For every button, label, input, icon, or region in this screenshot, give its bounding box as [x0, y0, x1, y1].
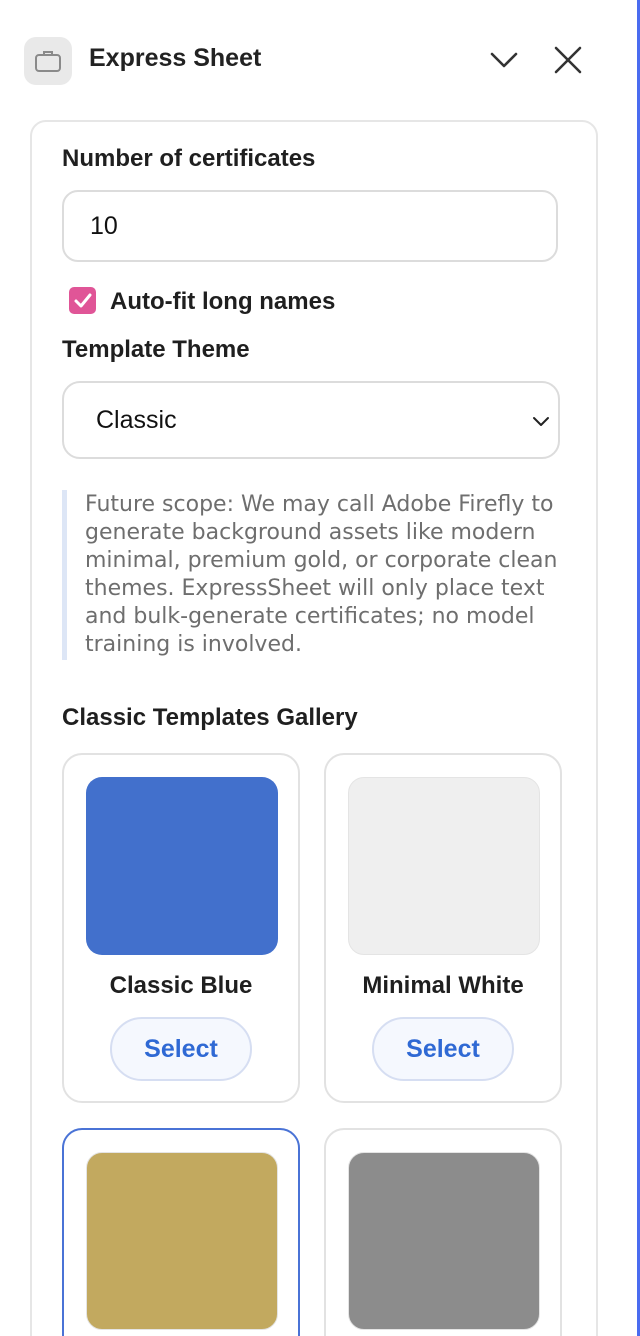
express-sheet-panel: Express Sheet Number of certificates 10 …	[0, 0, 640, 1336]
briefcase-icon	[24, 37, 72, 85]
future-scope-note: Future scope: We may call Adobe Firefly …	[62, 490, 562, 660]
template-swatch	[348, 777, 540, 955]
checkmark-icon	[74, 293, 91, 307]
autofit-checkbox[interactable]	[69, 287, 96, 314]
certificate-count-input[interactable]: 10	[62, 190, 558, 262]
template-card-gray[interactable]	[324, 1128, 562, 1336]
theme-select[interactable]: Classic	[62, 381, 560, 459]
count-label: Number of certificates	[62, 145, 316, 172]
template-swatch	[86, 1152, 278, 1330]
panel-header: Express Sheet	[0, 0, 637, 122]
app-title: Express Sheet	[89, 44, 262, 72]
close-button[interactable]	[548, 40, 588, 80]
template-card-gold[interactable]	[62, 1128, 300, 1336]
gallery-title: Classic Templates Gallery	[62, 704, 358, 731]
template-swatch	[348, 1152, 540, 1330]
template-name: Classic Blue	[109, 972, 253, 999]
template-name: Minimal White	[362, 972, 524, 999]
collapse-button[interactable]	[484, 40, 524, 80]
close-icon	[554, 46, 582, 74]
chevron-down-icon	[490, 52, 518, 68]
autofit-label: Auto-fit long names	[110, 288, 336, 315]
template-card-classic-blue[interactable]: Classic Blue Select	[62, 753, 300, 1103]
select-button[interactable]: Select	[372, 1017, 514, 1081]
theme-select-value: Classic	[96, 406, 177, 434]
select-button[interactable]: Select	[110, 1017, 252, 1081]
theme-label: Template Theme	[62, 336, 250, 363]
chevron-down-icon	[533, 417, 549, 426]
template-card-minimal-white[interactable]: Minimal White Select	[324, 753, 562, 1103]
template-swatch	[86, 777, 278, 955]
